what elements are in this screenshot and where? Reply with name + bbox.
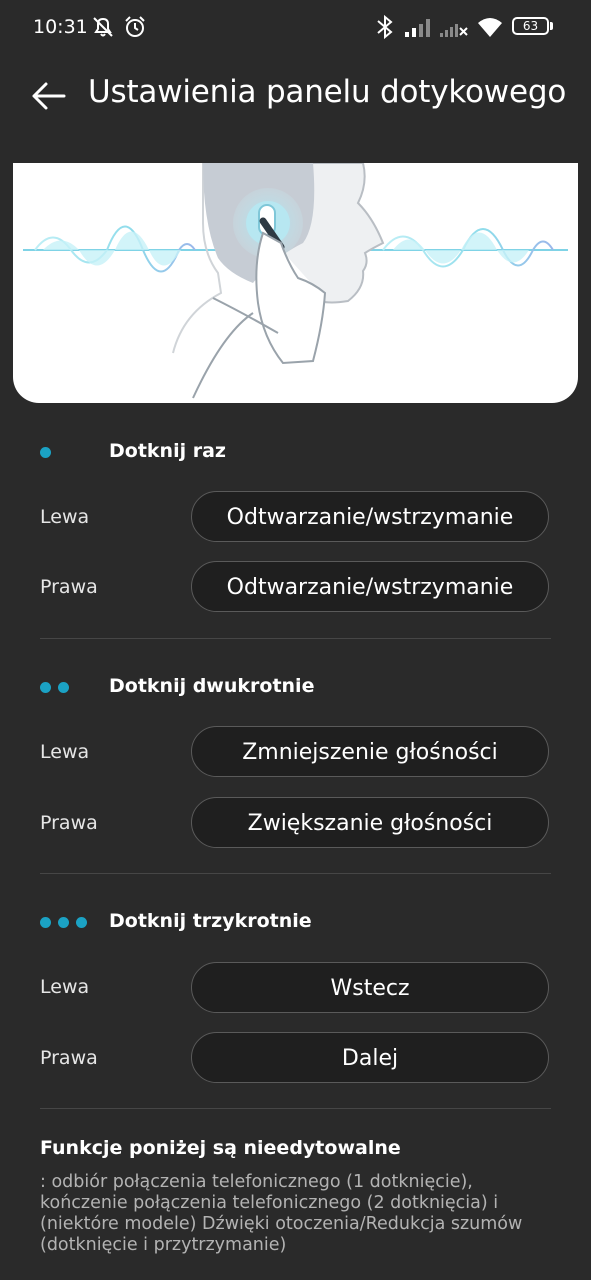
tap-once-left-select[interactable]: Odtwarzanie/wstrzymanie xyxy=(191,491,549,542)
divider xyxy=(40,1108,551,1109)
page-title: Ustawienia panelu dotykowego xyxy=(88,74,567,110)
section-triple-tap: Dotknij trzykrotnie xyxy=(0,904,591,940)
signal-icon xyxy=(405,19,430,37)
left-label: Lewa xyxy=(40,506,90,528)
status-time: 10:31 xyxy=(33,16,88,38)
non-editable-title: Funkcje poniżej są nieedytowalne xyxy=(40,1137,401,1159)
double-tap-left-select[interactable]: Zmniejszenie głośności xyxy=(191,726,549,777)
app-bar: Ustawienia panelu dotykowego xyxy=(0,62,591,132)
tap-once-right-select[interactable]: Odtwarzanie/wstrzymanie xyxy=(191,561,549,612)
double-tap-right-select[interactable]: Zwiększanie głośności xyxy=(191,797,549,848)
section-title: Dotknij trzykrotnie xyxy=(109,910,312,932)
alarm-icon xyxy=(125,16,145,37)
triple-tap-right-select[interactable]: Dalej xyxy=(191,1032,549,1083)
section-double-tap: Dotknij dwukrotnie xyxy=(0,669,591,705)
right-label: Prawa xyxy=(40,812,98,834)
two-dots-icon xyxy=(40,682,76,693)
right-label: Prawa xyxy=(40,576,98,598)
triple-tap-left-select[interactable]: Wstecz xyxy=(191,962,549,1013)
right-label: Prawa xyxy=(40,1047,98,1069)
touch-earbud-image xyxy=(23,163,568,399)
signal-off-icon xyxy=(440,24,468,37)
one-dot-icon xyxy=(40,447,58,458)
three-dots-icon xyxy=(40,917,94,928)
back-arrow-icon[interactable] xyxy=(30,76,70,116)
bluetooth-icon xyxy=(377,14,393,40)
left-label: Lewa xyxy=(40,976,90,998)
divider xyxy=(40,873,551,874)
left-label: Lewa xyxy=(40,741,90,763)
section-title: Dotknij dwukrotnie xyxy=(109,675,315,697)
non-editable-description: : odbiór połączenia telefonicznego (1 do… xyxy=(40,1172,523,1255)
wifi-icon xyxy=(478,18,502,37)
section-tap-once: Dotknij raz xyxy=(0,434,591,470)
battery-icon: 63 xyxy=(512,17,549,35)
touchpad-illustration xyxy=(13,163,578,403)
section-title: Dotknij raz xyxy=(109,440,226,462)
mute-icon xyxy=(93,17,113,37)
battery-tip xyxy=(550,22,553,30)
status-bar: 10:31 63 xyxy=(0,0,591,58)
divider xyxy=(40,638,551,639)
